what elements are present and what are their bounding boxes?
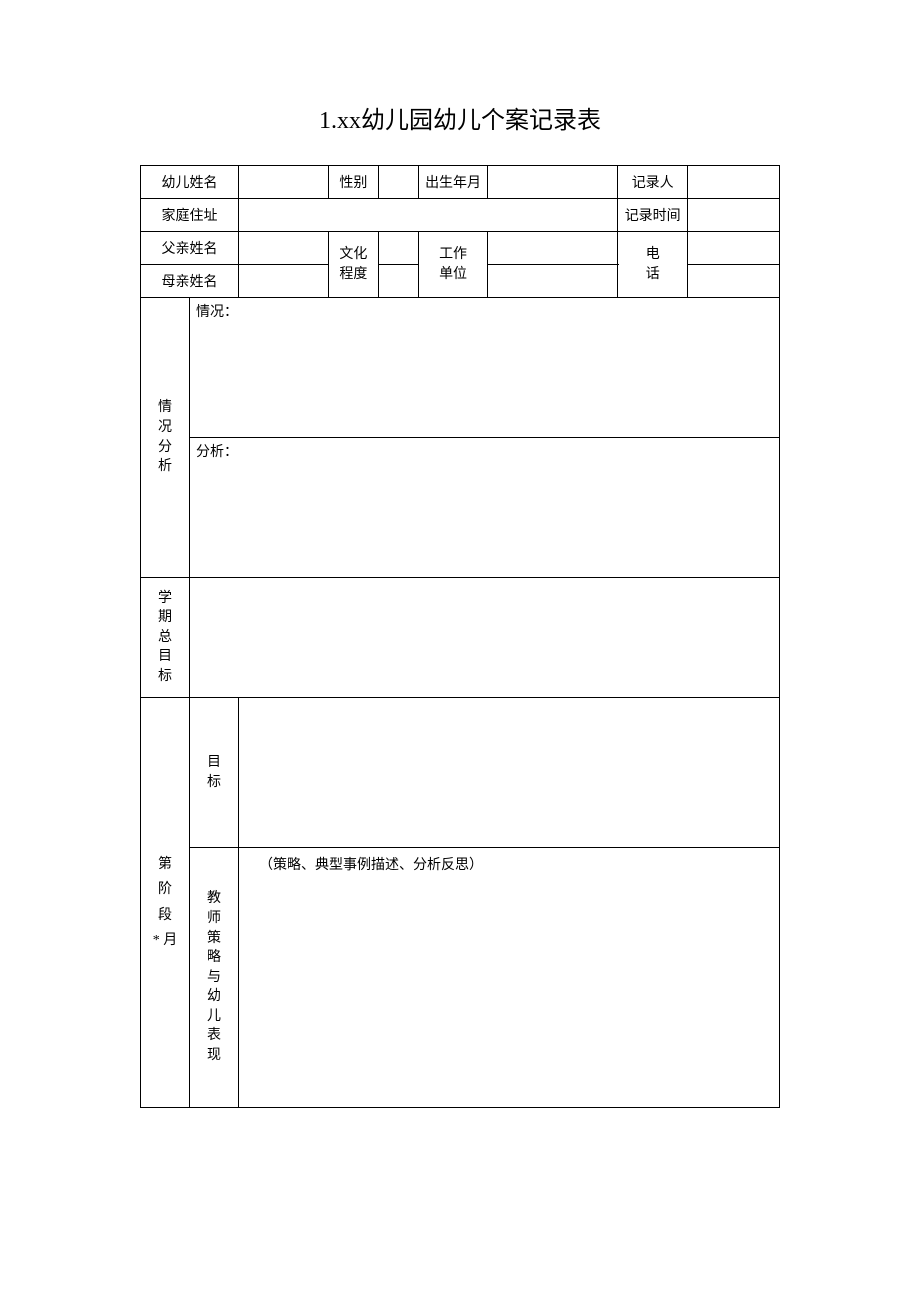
table-row: 教 师 策 略 与 幼 儿 表 现 （策略、典型事例描述、分析反思）	[141, 848, 780, 1108]
input-father-work[interactable]	[488, 232, 618, 265]
content-situation[interactable]: 情况：	[190, 298, 780, 438]
content-stage-goal[interactable]	[239, 698, 780, 848]
content-semester-goal[interactable]	[190, 578, 780, 698]
table-row: 学 期 总 目 标	[141, 578, 780, 698]
label-recorder: 记录人	[618, 166, 688, 199]
input-father-phone[interactable]	[688, 232, 780, 265]
label-address: 家庭住址	[141, 199, 239, 232]
input-record-time[interactable]	[688, 199, 780, 232]
label-record-time: 记录时间	[618, 199, 688, 232]
input-mother-education[interactable]	[378, 265, 418, 298]
table-row: 幼儿姓名 性别 出生年月 记录人	[141, 166, 780, 199]
table-row: 家庭住址 记录时间	[141, 199, 780, 232]
label-birth-date: 出生年月	[418, 166, 488, 199]
table-row: 情 况 分 析 情况：	[141, 298, 780, 438]
input-mother-work[interactable]	[488, 265, 618, 298]
input-address[interactable]	[239, 199, 618, 232]
input-father-education[interactable]	[378, 232, 418, 265]
table-row: 第 阶 段 * 月 目 标	[141, 698, 780, 848]
label-phone-l2: 话	[622, 265, 683, 285]
label-stage: 第 阶 段 * 月	[141, 698, 190, 1108]
input-recorder[interactable]	[688, 166, 780, 199]
input-child-name[interactable]	[239, 166, 329, 199]
label-mother-name: 母亲姓名	[141, 265, 239, 298]
label-situation-analysis: 情 况 分 析	[141, 298, 190, 578]
input-birth-date[interactable]	[488, 166, 618, 199]
label-phone-l1: 电	[622, 245, 683, 265]
content-analysis[interactable]: 分析：	[190, 438, 780, 578]
label-teacher-strategy: 教 师 策 略 与 幼 儿 表 现	[190, 848, 239, 1108]
input-mother-name[interactable]	[239, 265, 329, 298]
label-education-l1: 文化	[333, 245, 374, 265]
case-record-table: 幼儿姓名 性别 出生年月 记录人 家庭住址 记录时间 父亲姓名 文化 程度	[140, 165, 780, 1108]
label-semester-goal: 学 期 总 目 标	[141, 578, 190, 698]
label-education-l2: 程度	[333, 265, 374, 285]
document-page: 1.xx幼儿园幼儿个案记录表 幼儿姓名 性别 出生年月 记录人 家庭住址 记录时…	[0, 0, 920, 1108]
label-phone: 电 话	[618, 232, 688, 298]
input-mother-phone[interactable]	[688, 265, 780, 298]
label-gender: 性别	[329, 166, 379, 199]
input-father-name[interactable]	[239, 232, 329, 265]
label-child-name: 幼儿姓名	[141, 166, 239, 199]
table-row: 分析：	[141, 438, 780, 578]
label-work: 工作 单位	[418, 232, 488, 298]
table-row: 父亲姓名 文化 程度 工作 单位 电 话	[141, 232, 780, 265]
input-gender[interactable]	[378, 166, 418, 199]
label-father-name: 父亲姓名	[141, 232, 239, 265]
page-title: 1.xx幼儿园幼儿个案记录表	[140, 100, 780, 135]
label-work-l1: 工作	[423, 245, 484, 265]
label-education: 文化 程度	[329, 232, 379, 298]
content-strategy[interactable]: （策略、典型事例描述、分析反思）	[239, 848, 780, 1108]
label-stage-goal: 目 标	[190, 698, 239, 848]
label-work-l2: 单位	[423, 265, 484, 285]
